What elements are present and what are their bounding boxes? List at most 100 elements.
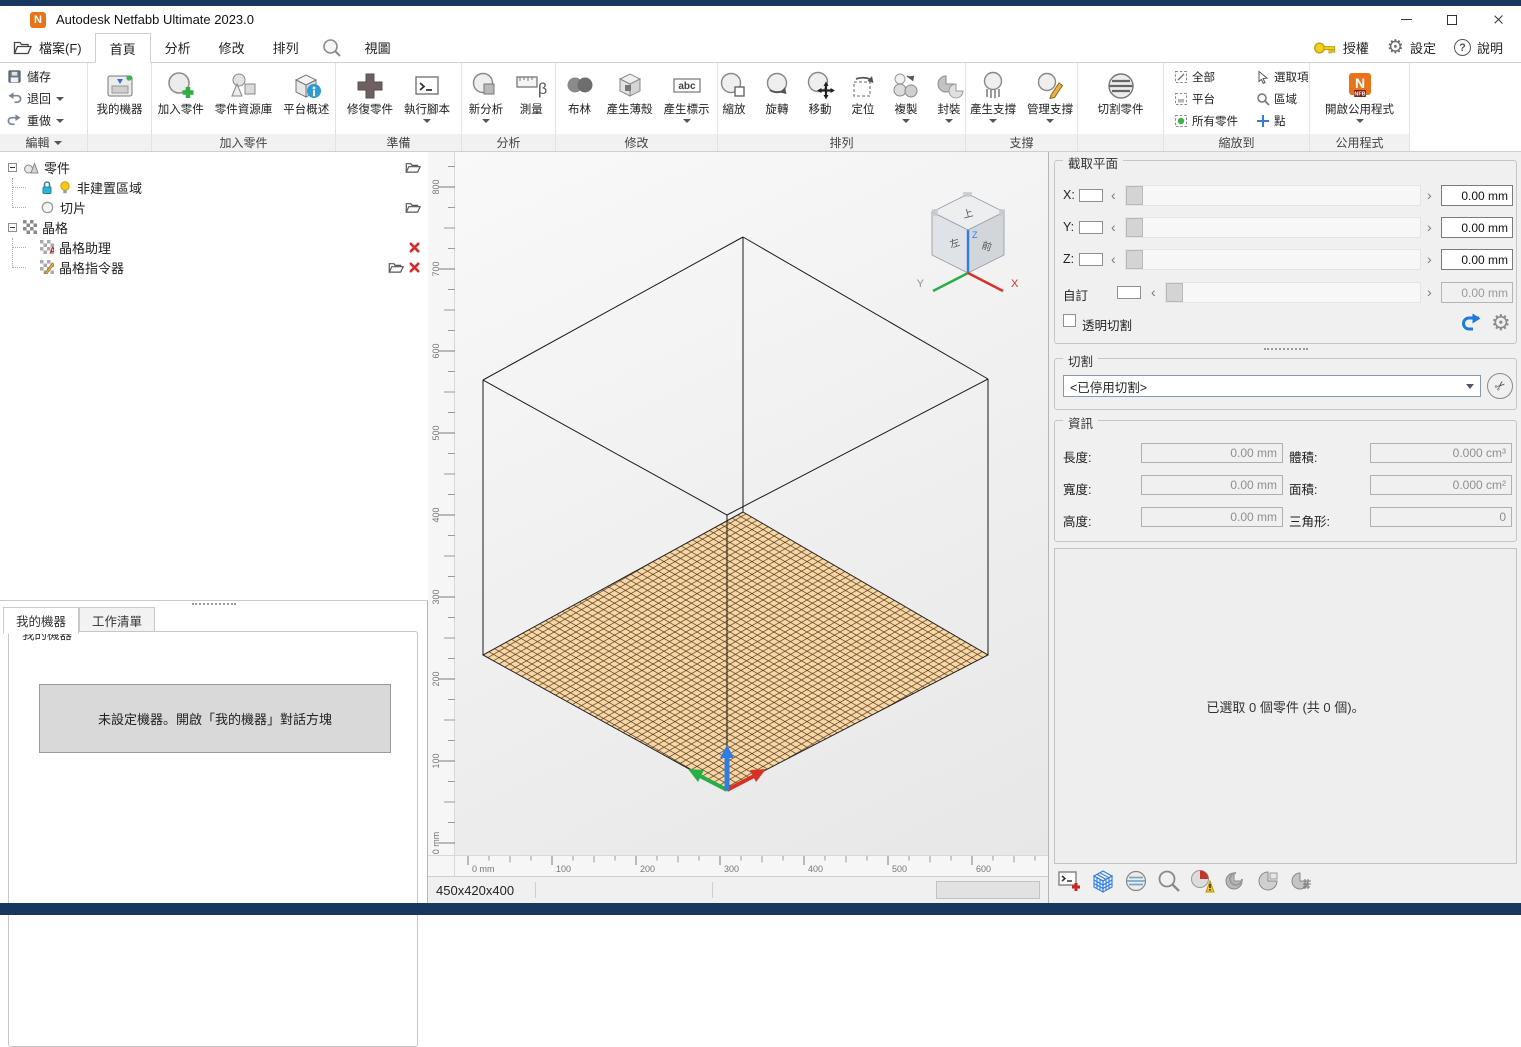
z-plane-value[interactable]: 0.00 mm	[1441, 249, 1513, 270]
minimize-button[interactable]	[1383, 6, 1429, 33]
tab-modify[interactable]: 修改	[205, 33, 259, 62]
tab-my-machine[interactable]: 我的機器	[3, 607, 79, 634]
y-plane-checkbox[interactable]	[1079, 221, 1103, 234]
y-plane-slider-thumb[interactable]	[1126, 218, 1143, 237]
z-plane-checkbox[interactable]	[1079, 253, 1103, 266]
splitter-handle[interactable]	[1049, 346, 1521, 352]
collapse-icon[interactable]	[8, 163, 17, 172]
new-analysis-button[interactable]: 新分析	[464, 64, 509, 133]
custom-slider-left-arrow[interactable]	[1151, 284, 1156, 300]
tab-analysis[interactable]: 分析	[151, 33, 205, 62]
pack-button[interactable]: 封裝	[928, 64, 970, 133]
undo-button[interactable]: 退回	[4, 88, 83, 109]
run-script-dropdown-icon[interactable]	[423, 119, 431, 123]
pack-dropdown-icon[interactable]	[945, 119, 953, 123]
lock-icon[interactable]	[40, 180, 54, 195]
create-support-button[interactable]: 產生支撐	[965, 64, 1021, 133]
clipping-settings-gear-icon[interactable]: ⚙	[1491, 312, 1511, 334]
custom-plane-checkbox[interactable]	[1117, 286, 1141, 299]
x-plane-checkbox[interactable]	[1079, 189, 1103, 202]
zoom-selection-button[interactable]: 選取項	[1256, 66, 1309, 87]
zoom-all-parts-button[interactable]: 所有零件	[1174, 110, 1238, 131]
create-label-button[interactable]: abc 產生標示	[659, 64, 715, 133]
part-library-button[interactable]: 零件資源庫	[210, 64, 278, 133]
maximize-button[interactable]	[1429, 6, 1475, 33]
boolean-button[interactable]: 布林	[559, 64, 601, 133]
duplicate-dropdown-icon[interactable]	[902, 119, 910, 123]
duplicate-button[interactable]: 複製	[885, 64, 927, 133]
setup-machine-button[interactable]: 未設定機器。開啟「我的機器」對話方塊	[39, 684, 391, 753]
tab-job-list[interactable]: 工作清單	[79, 607, 155, 634]
y-plane-value[interactable]: 0.00 mm	[1441, 217, 1513, 238]
tab-arrange[interactable]: 排列	[259, 33, 313, 62]
navigation-cube[interactable]: 上 左 前 Y X Z	[917, 192, 1019, 291]
x-plane-slider[interactable]	[1125, 185, 1421, 206]
position-button[interactable]: 定位	[842, 64, 884, 133]
custom-slider-right-arrow[interactable]	[1427, 284, 1432, 300]
measure-button[interactable]: β 測量	[509, 64, 553, 133]
settings-button[interactable]: ⚙ 設定	[1381, 38, 1442, 57]
folder-open-icon[interactable]	[405, 161, 421, 174]
transparent-cut-checkbox[interactable]	[1063, 314, 1076, 327]
search-button[interactable]	[313, 33, 351, 62]
new-analysis-dropdown-icon[interactable]	[482, 119, 490, 123]
z-slider-right-arrow[interactable]	[1427, 251, 1432, 267]
bulb-icon[interactable]	[58, 180, 72, 195]
y-slider-right-arrow[interactable]	[1427, 219, 1432, 235]
manage-support-button[interactable]: 管理支撐	[1022, 64, 1078, 133]
z-plane-slider-thumb[interactable]	[1126, 250, 1143, 269]
scale-button[interactable]: 縮放	[713, 64, 755, 133]
surface-grid-icon[interactable]	[1288, 868, 1314, 894]
open-utility-button[interactable]: NNFB 開啟公用程式	[1320, 64, 1399, 133]
y-slider-left-arrow[interactable]	[1111, 219, 1116, 235]
z-plane-slider[interactable]	[1125, 249, 1421, 270]
cuts-dropdown[interactable]: <已停用切割>	[1063, 375, 1481, 397]
x-slider-right-arrow[interactable]	[1427, 187, 1432, 203]
open-utility-dropdown-icon[interactable]	[1356, 119, 1364, 123]
tree-item-no-build-zone[interactable]: 非建置區域	[0, 177, 428, 197]
x-plane-slider-thumb[interactable]	[1126, 186, 1143, 205]
tree-item-slices[interactable]: 切片	[0, 197, 428, 217]
tree-item-lattice[interactable]: 晶格	[0, 217, 428, 237]
analysis-warning-icon[interactable]	[1189, 868, 1215, 894]
my-machine-button[interactable]: 我的機器	[92, 64, 148, 133]
custom-plane-slider[interactable]	[1165, 282, 1421, 303]
cut-parts-button[interactable]: 切割零件	[1093, 64, 1149, 133]
tree-item-lattice-commander[interactable]: 晶格指令器	[0, 257, 428, 277]
delete-x-icon[interactable]	[408, 261, 421, 274]
x-plane-value[interactable]: 0.00 mm	[1441, 185, 1513, 206]
custom-plane-slider-thumb[interactable]	[1166, 283, 1183, 302]
collapse-icon[interactable]	[8, 223, 17, 232]
reset-undo-icon[interactable]	[1460, 312, 1484, 334]
surface-2-icon[interactable]	[1255, 868, 1281, 894]
lattice-cube-icon[interactable]	[1090, 868, 1116, 894]
manage-support-dropdown-icon[interactable]	[1046, 119, 1054, 123]
platform-overview-button[interactable]: 平台概述	[278, 64, 334, 133]
zoom-platform-button[interactable]: 平台	[1174, 88, 1238, 109]
undo-dropdown-icon[interactable]	[56, 97, 64, 101]
redo-dropdown-icon[interactable]	[56, 119, 64, 123]
move-button[interactable]: 移動	[799, 64, 841, 133]
close-button[interactable]	[1475, 6, 1521, 33]
zoom-point-button[interactable]: 點	[1256, 110, 1309, 131]
create-support-dropdown-icon[interactable]	[989, 119, 997, 123]
tree-item-parts[interactable]: 零件	[0, 157, 428, 177]
edit-group-dropdown-icon[interactable]	[54, 141, 62, 145]
folder-open-icon[interactable]	[388, 261, 404, 274]
magnifier-icon[interactable]	[1156, 868, 1182, 894]
create-label-dropdown-icon[interactable]	[683, 119, 691, 123]
file-menu-button[interactable]: 檔案(F)	[0, 33, 95, 62]
redo-button[interactable]: 重做	[4, 110, 83, 131]
save-button[interactable]: 儲存	[4, 66, 83, 87]
cut-scissors-button[interactable]	[1487, 373, 1513, 399]
tab-view[interactable]: 視圖	[351, 33, 405, 62]
zoom-region-button[interactable]: 區域	[1256, 88, 1309, 109]
add-part-button[interactable]: 加入零件	[153, 64, 209, 133]
delete-x-icon[interactable]	[408, 241, 421, 254]
surface-icon[interactable]	[1222, 868, 1248, 894]
run-script-button[interactable]: 執行腳本	[399, 64, 455, 133]
rotate-button[interactable]: 旋轉	[756, 64, 798, 133]
license-button[interactable]: 授權	[1307, 38, 1375, 57]
help-button[interactable]: 說明	[1448, 38, 1509, 57]
y-plane-slider[interactable]	[1125, 217, 1421, 238]
